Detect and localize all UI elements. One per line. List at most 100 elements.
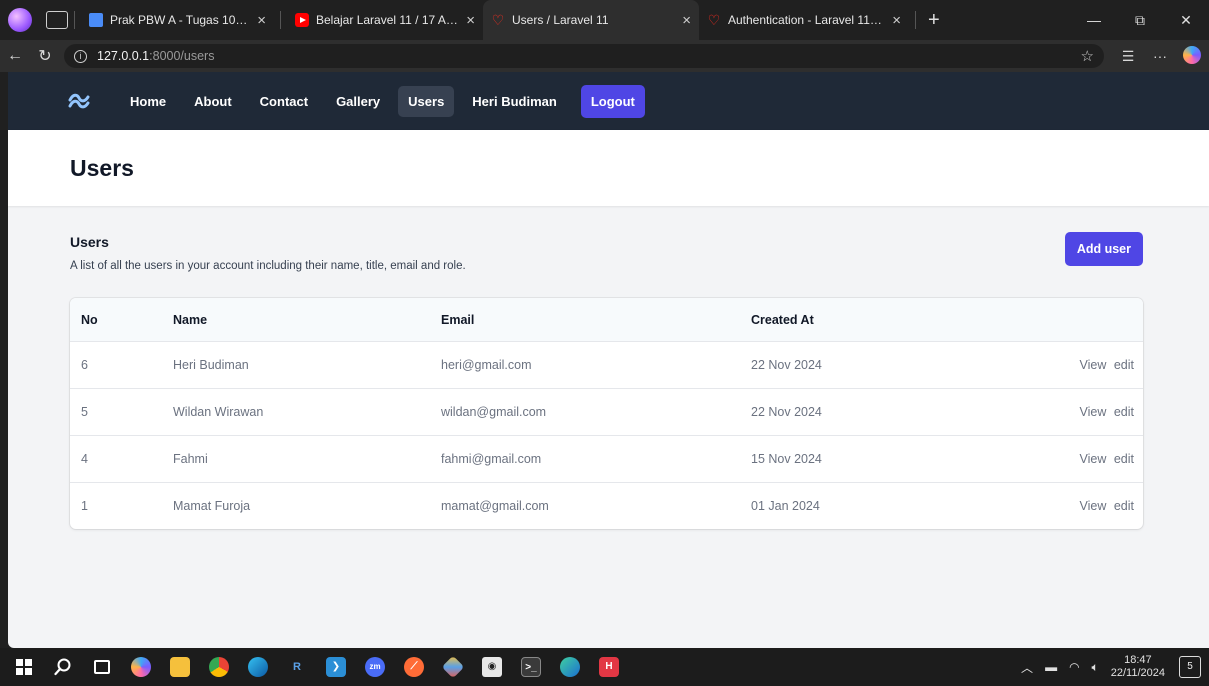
restore-icon[interactable]: ⧉ — [1117, 12, 1163, 29]
tab-title: Users / Laravel 11 — [512, 13, 609, 27]
chevron-up-icon[interactable]: ︿ — [1021, 659, 1033, 676]
cell-created-at: 01 Jan 2024 — [751, 499, 820, 513]
clock-time: 18:47 — [1124, 654, 1152, 666]
copilot-icon[interactable] — [1176, 45, 1208, 67]
nav-link-about[interactable]: About — [184, 86, 242, 117]
close-icon[interactable]: × — [466, 12, 475, 29]
page-header: Users — [8, 130, 1209, 206]
cell-created-at: 22 Nov 2024 — [751, 358, 822, 372]
edge-dev-icon[interactable] — [552, 648, 588, 686]
back-icon[interactable]: ← — [0, 47, 30, 65]
edit-link[interactable]: edit — [1114, 358, 1134, 372]
browser-logo-icon[interactable] — [8, 8, 32, 32]
logout-button[interactable]: Logout — [580, 84, 645, 118]
browser-tab-4[interactable]: ♡ Authentication - Laravel 11.x - The × — [699, 0, 909, 40]
cell-no: 5 — [81, 405, 88, 419]
close-icon[interactable]: × — [257, 12, 266, 29]
notification-icon[interactable]: 5 — [1179, 656, 1201, 678]
url-input[interactable]: i 127.0.0.1:8000/users ☆ — [64, 44, 1104, 68]
taskbar: R ❯ zm ⟋ ◉ >_ H ︿ ▬ ◠ 🔈︎ 18:47 22/11/202… — [0, 648, 1209, 686]
favorite-star-icon[interactable]: ☆ — [1081, 47, 1094, 65]
users-section: Users A list of all the users in your ac… — [8, 206, 1209, 529]
app-navbar: Home About Contact Gallery Users Heri Bu… — [8, 72, 1209, 130]
task-view-icon[interactable] — [84, 648, 120, 686]
view-link[interactable]: View — [1079, 452, 1106, 466]
cell-email: fahmi@gmail.com — [441, 452, 542, 466]
cell-name: Wildan Wirawan — [173, 405, 264, 419]
app-icon[interactable]: ◉ — [474, 648, 510, 686]
browser-tab-1[interactable]: Prak PBW A - Tugas 10 - Muhammad × — [81, 0, 274, 40]
edit-link[interactable]: edit — [1114, 499, 1134, 513]
r-console-icon[interactable]: R — [279, 648, 315, 686]
nav-user-name[interactable]: Heri Budiman — [462, 86, 567, 117]
view-link[interactable]: View — [1079, 499, 1106, 513]
cell-no: 6 — [81, 358, 88, 372]
browser-tab-3[interactable]: ♡ Users / Laravel 11 × — [483, 0, 699, 40]
h-app-icon[interactable]: H — [591, 648, 627, 686]
close-window-icon[interactable]: ✕ — [1163, 12, 1209, 29]
edit-link[interactable]: edit — [1114, 405, 1134, 419]
cell-actions: View edit — [1001, 358, 1143, 372]
browser-tab-strip: Prak PBW A - Tugas 10 - Muhammad × Belaj… — [0, 0, 1209, 40]
cell-email: wildan@gmail.com — [441, 405, 547, 419]
edge-icon[interactable] — [240, 648, 276, 686]
table-header-row: No Name Email Created At — [70, 298, 1143, 341]
nav-link-users[interactable]: Users — [398, 85, 455, 117]
more-menu-icon[interactable]: ··· — [1144, 48, 1176, 64]
tab-title: Authentication - Laravel 11.x - The — [728, 13, 884, 27]
view-link[interactable]: View — [1079, 358, 1106, 372]
cell-actions: View edit — [1001, 405, 1143, 419]
column-header-email: Email — [441, 312, 475, 327]
cell-email: heri@gmail.com — [441, 358, 532, 372]
cell-email: mamat@gmail.com — [441, 499, 549, 513]
cell-created-at: 15 Nov 2024 — [751, 452, 822, 466]
laravel-icon: ♡ — [491, 12, 505, 28]
cell-created-at: 22 Nov 2024 — [751, 405, 822, 419]
site-info-icon[interactable]: i — [74, 49, 87, 63]
terminal-icon[interactable]: >_ — [513, 648, 549, 686]
copilot-taskbar-icon[interactable] — [123, 648, 159, 686]
cell-name: Heri Budiman — [173, 358, 249, 372]
cell-name: Mamat Furoja — [173, 499, 251, 513]
window-controls: — ⧉ ✕ — [1071, 0, 1209, 40]
cell-actions: View edit — [1001, 499, 1143, 513]
tab-actions-icon[interactable] — [46, 11, 68, 29]
refresh-icon[interactable]: ↻ — [30, 46, 60, 66]
wifi-icon[interactable]: ◠ — [1069, 660, 1079, 674]
tab-title: Belajar Laravel 11 / 17 Authentication — [316, 13, 458, 27]
favorites-list-icon[interactable]: ☰ — [1112, 48, 1144, 65]
clock[interactable]: 18:47 22/11/2024 — [1111, 654, 1165, 680]
close-icon[interactable]: × — [892, 12, 901, 29]
browser-tab-2[interactable]: Belajar Laravel 11 / 17 Authentication × — [287, 0, 483, 40]
users-table: No Name Email Created At 6 Heri Budiman … — [70, 298, 1143, 529]
cell-actions: View edit — [1001, 452, 1143, 466]
web-page: Home About Contact Gallery Users Heri Bu… — [8, 72, 1209, 648]
tab-separator — [74, 11, 75, 29]
zoom-icon[interactable]: zm — [357, 648, 393, 686]
chrome-icon[interactable] — [201, 648, 237, 686]
vscode-icon[interactable]: ❯ — [318, 648, 354, 686]
new-tab-icon[interactable]: + — [928, 9, 940, 32]
nav-link-home[interactable]: Home — [120, 86, 176, 117]
tailwind-logo-icon[interactable] — [68, 93, 90, 109]
search-icon[interactable] — [45, 648, 81, 686]
battery-icon[interactable]: ▬ — [1045, 660, 1057, 674]
git-icon[interactable] — [435, 648, 471, 686]
file-explorer-icon[interactable] — [162, 648, 198, 686]
postman-icon[interactable]: ⟋ — [396, 648, 432, 686]
add-user-button[interactable]: Add user — [1064, 232, 1143, 266]
tab-title: Prak PBW A - Tugas 10 - Muhammad — [110, 13, 249, 27]
column-header-no: No — [81, 312, 98, 327]
url-path: :8000/users — [149, 49, 215, 63]
edit-link[interactable]: edit — [1114, 452, 1134, 466]
close-icon[interactable]: × — [682, 12, 691, 29]
nav-link-contact[interactable]: Contact — [250, 86, 318, 117]
table-row: 4 Fahmi fahmi@gmail.com 15 Nov 2024 View… — [70, 435, 1143, 482]
minimize-icon[interactable]: — — [1071, 12, 1117, 28]
view-link[interactable]: View — [1079, 405, 1106, 419]
nav-link-gallery[interactable]: Gallery — [326, 86, 390, 117]
windows-start-icon[interactable] — [6, 648, 42, 686]
volume-icon[interactable]: 🔈︎ — [1092, 660, 1099, 675]
url-host: 127.0.0.1 — [97, 49, 150, 63]
tab-separator — [915, 11, 916, 29]
